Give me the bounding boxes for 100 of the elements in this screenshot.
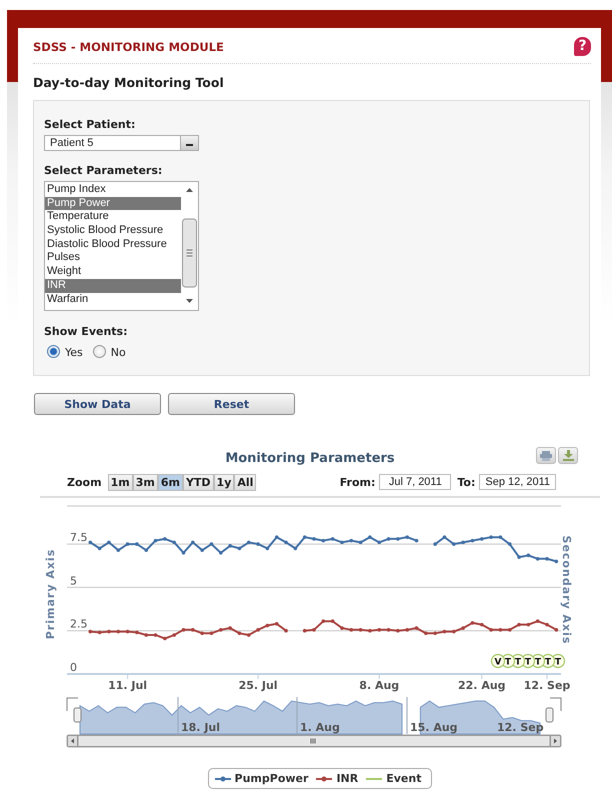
data-point [163, 537, 167, 541]
zoom-button[interactable]: 1y [214, 474, 234, 490]
scrollbar[interactable] [66, 734, 562, 748]
axis-tick-label: 11. Jul [108, 679, 148, 692]
patient-select[interactable]: Patient 5 [44, 135, 199, 151]
download-icon [562, 450, 574, 461]
data-point [135, 542, 139, 546]
zoom-button[interactable]: 1m [108, 474, 133, 490]
data-point [452, 630, 456, 634]
data-point [210, 632, 214, 636]
data-point [526, 622, 530, 626]
field-label: Show Events: [44, 325, 128, 338]
data-point [312, 628, 316, 632]
radio-label: No [110, 345, 126, 359]
list-item[interactable]: Systolic Blood Pressure [45, 224, 181, 238]
data-point [322, 538, 326, 542]
axis-tick-label: 18. Jul [181, 721, 220, 734]
data-point [377, 540, 382, 544]
range-handle[interactable] [546, 708, 554, 722]
to-label: To: [457, 476, 476, 488]
data-point [266, 546, 270, 550]
action-button[interactable]: Reset [168, 393, 295, 415]
zoom-button[interactable]: 3m [132, 474, 158, 490]
data-point [480, 622, 484, 626]
data-point [210, 542, 214, 546]
data-point [163, 636, 167, 640]
data-point [219, 628, 223, 632]
list-item[interactable]: Temperature [45, 210, 181, 224]
data-point [98, 630, 102, 634]
zoom-button[interactable]: YTD [182, 474, 214, 490]
radio-button[interactable] [92, 345, 106, 358]
module-title: SDSS - MONITORING MODULE [33, 40, 224, 54]
axis-tick-label: 0 [70, 661, 77, 674]
data-point [461, 540, 465, 544]
data-point [330, 619, 334, 623]
data-point [442, 535, 446, 539]
data-point [489, 535, 493, 539]
data-point [358, 628, 362, 632]
to-date-field[interactable]: Sep 12, 2011 [479, 474, 556, 490]
data-point [126, 630, 130, 634]
axis-tick-label: 2.5 [70, 618, 88, 631]
list-item[interactable]: Warfarin [45, 292, 181, 306]
data-point [294, 546, 298, 550]
zoom-button[interactable]: All [234, 474, 256, 490]
data-point [433, 542, 437, 546]
data-point [526, 554, 530, 558]
data-point [144, 548, 148, 552]
zoom-button[interactable]: 6m [158, 474, 183, 490]
data-point [442, 630, 446, 634]
list-item[interactable]: Diastolic Blood Pressure [45, 238, 181, 252]
data-point [340, 540, 344, 544]
data-point [536, 557, 540, 561]
data-point [489, 628, 493, 632]
data-point [349, 628, 354, 632]
data-point [517, 555, 521, 559]
data-point [368, 628, 372, 632]
data-point [284, 628, 288, 632]
data-point [246, 633, 251, 637]
range-handle[interactable] [74, 708, 82, 722]
data-point [88, 630, 92, 634]
axis-tick-label: 1. Aug [300, 721, 340, 734]
data-point [274, 622, 279, 626]
list-item[interactable]: Pump Power [45, 196, 181, 210]
data-point [154, 633, 158, 637]
data-point [377, 628, 382, 632]
radio-button[interactable] [47, 345, 60, 358]
data-point [116, 548, 120, 552]
data-point [396, 537, 400, 541]
export-button[interactable] [558, 447, 578, 464]
data-point [386, 537, 390, 541]
data-point [116, 630, 120, 634]
data-point [480, 537, 484, 541]
data-point [302, 535, 306, 539]
data-point [107, 630, 111, 634]
help-button[interactable]: ? [574, 37, 591, 56]
data-point [517, 622, 521, 626]
legend-label[interactable]: PumpPower [234, 772, 308, 785]
list-item[interactable]: Weight [45, 265, 181, 279]
list-item[interactable]: INR [45, 278, 181, 292]
print-button[interactable] [536, 447, 556, 464]
data-point [126, 542, 130, 546]
action-button[interactable]: Show Data [34, 393, 161, 415]
list-item[interactable]: Pump Index [45, 183, 181, 197]
event-flag[interactable]: V [490, 654, 506, 668]
legend-label[interactable]: INR [336, 772, 358, 785]
data-point [312, 537, 316, 541]
legend-label[interactable]: Event [386, 772, 422, 785]
list-item[interactable]: Pulses [45, 251, 181, 266]
data-point [405, 628, 409, 632]
field-label: Select Patient: [44, 118, 136, 131]
axis-tick-label: 22. Aug [458, 679, 506, 692]
data-point [238, 546, 242, 550]
data-point [172, 540, 176, 544]
data-point [191, 540, 195, 544]
tool-title: Day-to-day Monitoring Tool [33, 75, 225, 92]
data-point [228, 626, 232, 630]
data-point [536, 619, 540, 623]
data-point [256, 542, 260, 546]
from-date-field[interactable]: Jul 7, 2011 [379, 474, 452, 490]
data-point [107, 540, 111, 544]
